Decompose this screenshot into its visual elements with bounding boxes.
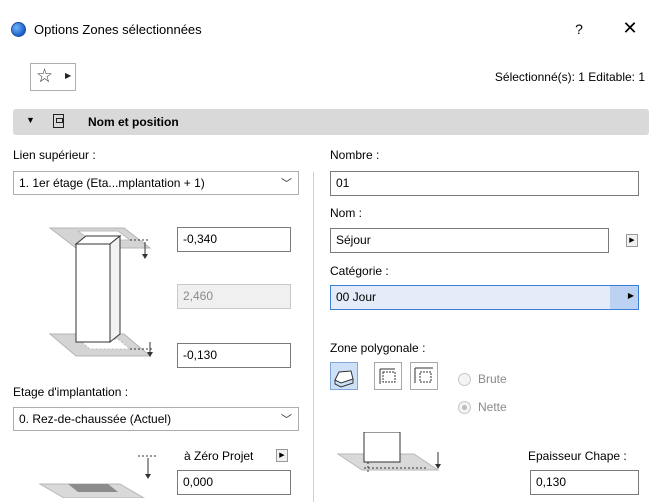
selection-info: Sélectionné(s): 1 Editable: 1 xyxy=(494,70,645,84)
zone-height-diagram xyxy=(48,227,153,357)
chevron-right-icon: ▶ xyxy=(627,291,634,300)
net-radio[interactable] xyxy=(458,401,471,414)
number-field[interactable]: 01 xyxy=(330,171,639,196)
topping-diagram xyxy=(336,432,441,472)
category-value: 00 Jour xyxy=(336,290,377,304)
topping-label: Epaisseur Chape : xyxy=(528,449,627,463)
project-zero-diagram xyxy=(38,455,158,498)
rectangle-zone-icon xyxy=(379,368,396,384)
help-button[interactable]: ? xyxy=(572,21,586,37)
chevron-down-icon: ﹀ xyxy=(281,414,292,426)
gross-label: Brute xyxy=(478,372,507,386)
gross-radio[interactable] xyxy=(458,373,471,386)
window-title: Options Zones sélectionnées xyxy=(34,22,202,37)
top-offset-field[interactable]: -0,340 xyxy=(177,227,291,252)
close-button[interactable]: ✕ xyxy=(622,18,638,38)
inner-edge-zone-icon xyxy=(414,367,433,383)
inner-edge-zone-button[interactable] xyxy=(410,362,438,390)
project-zero-label: à Zéro Projet xyxy=(184,449,254,463)
chevron-right-icon: ▶ xyxy=(65,71,72,80)
collapse-triangle-icon[interactable]: ▼ xyxy=(26,115,35,125)
rectangle-zone-button[interactable] xyxy=(374,362,402,390)
number-label: Nombre : xyxy=(330,148,380,162)
top-link-select[interactable]: 1. 1er étage (Eta...mplantation + 1) ﹀ xyxy=(13,171,299,195)
net-label: Nette xyxy=(478,400,507,414)
name-field[interactable]: Séjour xyxy=(330,228,609,253)
app-icon xyxy=(11,22,26,37)
favorites-button[interactable]: ☆ ▶ xyxy=(30,63,76,91)
manual-zone-button[interactable] xyxy=(330,362,358,390)
project-zero-field[interactable]: 0,000 xyxy=(177,470,291,495)
topping-field[interactable]: 0,130 xyxy=(530,470,639,495)
category-label: Catégorie : xyxy=(330,264,389,278)
panel-header[interactable]: ▼ Nom et position xyxy=(13,109,649,135)
top-link-label: Lien supérieur : xyxy=(13,148,96,162)
bottom-offset-field[interactable]: -0,130 xyxy=(177,343,291,368)
panel-title: Nom et position xyxy=(88,115,179,129)
name-label: Nom : xyxy=(330,206,363,220)
home-story-select[interactable]: 0. Rez-de-chaussée (Actuel) ﹀ xyxy=(13,407,299,431)
chevron-down-icon: ﹀ xyxy=(281,178,292,190)
panel-icon xyxy=(53,114,64,128)
name-menu-button[interactable]: ▶ xyxy=(626,234,638,247)
category-arrow: ▶ xyxy=(610,286,638,309)
top-link-value: 1. 1er étage (Eta...mplantation + 1) xyxy=(19,176,205,190)
project-zero-menu-button[interactable]: ▶ xyxy=(276,449,288,462)
column-divider xyxy=(313,172,314,502)
star-icon: ☆ xyxy=(36,66,54,87)
polygon-zone-label: Zone polygonale : xyxy=(330,341,426,355)
height-field: 2,460 xyxy=(177,284,291,309)
home-story-value: 0. Rez-de-chaussée (Actuel) xyxy=(19,412,172,426)
manual-zone-icon xyxy=(334,370,354,388)
home-story-label: Etage d'implantation : xyxy=(13,385,129,399)
category-select[interactable]: 00 Jour ▶ xyxy=(330,285,639,310)
